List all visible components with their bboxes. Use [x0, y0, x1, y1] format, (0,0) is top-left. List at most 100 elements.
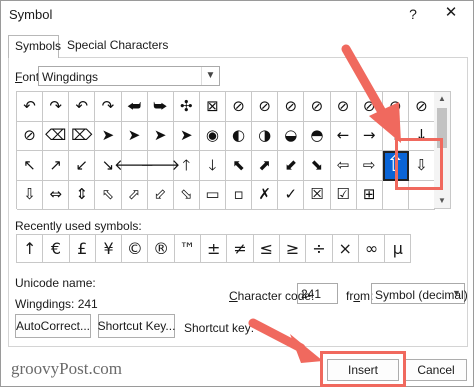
symbol-cell[interactable]: ◉	[199, 121, 226, 151]
recent-symbol-cell[interactable]: ≤	[253, 235, 280, 263]
dialog-title: Symbol	[9, 7, 53, 22]
symbol-cell[interactable]: →	[356, 121, 383, 151]
symbol-cell[interactable]: ➤	[95, 121, 122, 151]
symbol-cell[interactable]: ⊘	[226, 92, 253, 122]
symbol-cell[interactable]: ◑	[252, 121, 279, 151]
symbol-cell[interactable]	[382, 180, 409, 210]
symbol-cell[interactable]: ⊞	[356, 180, 383, 210]
symbol-cell[interactable]: ⇔	[43, 180, 70, 210]
symbol-cell[interactable]: ⬁	[95, 180, 122, 210]
symbol-cell[interactable]: ⊘	[17, 121, 44, 151]
symbol-cell[interactable]: ⌫	[43, 121, 70, 151]
recent-symbol-cell[interactable]: ±	[201, 235, 228, 263]
recent-symbol-cell[interactable]: ÷	[306, 235, 333, 263]
symbol-cell[interactable]: ↶	[69, 92, 96, 122]
symbol-cell[interactable]: ⊘	[382, 92, 409, 122]
autocorrect-button[interactable]: AutoCorrect...	[15, 314, 91, 338]
symbol-cell[interactable]: ↷	[43, 92, 70, 122]
symbol-cell[interactable]: ⊘	[330, 92, 357, 122]
symbol-cell[interactable]: ⊘	[408, 92, 435, 122]
recent-symbol-cell[interactable]: ¥	[95, 235, 123, 263]
symbol-cell[interactable]: ▫	[226, 180, 253, 210]
recent-symbol-cell[interactable]: ™	[174, 235, 202, 263]
close-icon[interactable]: ✕	[441, 3, 461, 23]
tab-special-characters[interactable]: Special Characters	[61, 35, 174, 57]
recent-symbol-cell[interactable]: ≥	[279, 235, 307, 263]
symbol-cell[interactable]: ➤	[173, 121, 200, 151]
symbol-dialog: Symbol ? ✕ Symbols Special Characters Fo…	[0, 0, 474, 387]
symbol-cell[interactable]: ⇩	[17, 180, 44, 210]
symbol-cell[interactable]: ⇨	[356, 151, 383, 181]
recent-symbol-cell[interactable]: ×	[332, 235, 359, 263]
symbol-cell[interactable]: ⬀	[121, 180, 148, 210]
from-dropdown[interactable]: Symbol (decimal) ▼	[371, 283, 468, 304]
symbol-cell[interactable]: ⊘	[304, 92, 331, 122]
recent-symbols-label: Recently used symbols:	[15, 219, 142, 233]
symbol-cell[interactable]: ☑	[330, 180, 357, 210]
recent-symbol-cell[interactable]: ↑	[17, 235, 44, 263]
symbol-cell[interactable]: ↑	[382, 121, 409, 151]
recent-symbol-cell[interactable]: ®	[148, 235, 175, 263]
tab-symbols[interactable]: Symbols	[8, 35, 61, 58]
symbol-cell[interactable]: ➤	[121, 121, 148, 151]
scroll-up-icon[interactable]: ▲	[434, 92, 450, 106]
symbol-cell[interactable]: ↶	[17, 92, 44, 122]
cancel-button[interactable]: Cancel	[405, 359, 467, 381]
symbol-cell[interactable]: ☒	[304, 180, 331, 210]
symbol-cell[interactable]: ⬊	[304, 151, 331, 181]
symbol-cell[interactable]: ✣	[173, 92, 200, 122]
scroll-thumb[interactable]	[437, 108, 447, 148]
symbol-cell[interactable]: ⊠	[199, 92, 226, 122]
symbol-cell[interactable]: 🡒	[140, 151, 180, 181]
help-icon[interactable]: ?	[405, 4, 421, 24]
symbol-cell[interactable]: ↓	[408, 121, 435, 151]
symbol-cell[interactable]: ⇕	[69, 180, 96, 210]
symbol-cell[interactable]: ⬋	[278, 151, 305, 181]
symbol-cell[interactable]: 🡓	[199, 151, 226, 181]
shortcut-key-button[interactable]: Shortcut Key...	[98, 314, 175, 338]
symbol-cell[interactable]: ⬉	[226, 151, 253, 181]
symbol-cell[interactable]: ⇦	[330, 151, 357, 181]
recent-symbol-cell[interactable]: £	[69, 235, 96, 263]
symbol-cell[interactable]: ⬂	[173, 180, 200, 210]
recent-symbol-cell[interactable]: ∞	[358, 235, 386, 263]
recent-symbols-row: ↑ € £ ¥ © ® ™ ± ≠ ≤ ≥ ÷ × ∞ µ	[16, 234, 412, 263]
recent-symbol-cell[interactable]: ≠	[227, 235, 254, 263]
chevron-down-icon[interactable]: ▼	[449, 284, 464, 303]
symbol-cell[interactable]: ↙	[69, 151, 96, 181]
recent-symbol-cell[interactable]: ©	[122, 235, 149, 263]
symbol-cell[interactable]: ↗	[43, 151, 70, 181]
symbol-cell[interactable]: ⮨	[121, 92, 148, 122]
symbol-cell[interactable]: ↷	[95, 92, 122, 122]
symbol-cell[interactable]: ↖	[17, 151, 44, 181]
symbol-cell[interactable]: ✓	[278, 180, 305, 210]
symbol-cell[interactable]: ◐	[226, 121, 253, 151]
symbol-cell[interactable]: ⬃	[147, 180, 174, 210]
symbol-cell[interactable]	[408, 180, 435, 210]
symbol-cell[interactable]: 🡑	[173, 151, 200, 181]
symbol-cell[interactable]: ⊘	[356, 92, 383, 122]
watermark: groovyPost.com	[11, 359, 122, 378]
font-dropdown[interactable]: Wingdings ▼	[38, 66, 220, 86]
insert-button[interactable]: Insert	[327, 359, 399, 381]
recent-symbol-cell[interactable]: µ	[385, 235, 412, 263]
symbol-cell[interactable]: ←	[330, 121, 357, 151]
symbol-cell[interactable]: ▭	[199, 180, 226, 210]
chevron-down-icon[interactable]: ▼	[201, 67, 219, 85]
symbol-cell[interactable]: ◓	[304, 121, 331, 151]
character-code-input[interactable]: 241	[297, 283, 338, 304]
symbol-grid-scrollbar[interactable]: ▲ ▼	[434, 91, 451, 209]
symbol-cell-selected[interactable]: ⇧	[382, 151, 409, 181]
symbol-cell[interactable]: ⬈	[252, 151, 279, 181]
symbol-cell[interactable]: ◒	[278, 121, 305, 151]
font-dropdown-value: Wingdings	[42, 70, 99, 84]
symbol-cell[interactable]: ⌦	[69, 121, 96, 151]
scroll-down-icon[interactable]: ▼	[434, 194, 450, 208]
symbol-cell[interactable]: ⊘	[252, 92, 279, 122]
symbol-cell[interactable]: ⮩	[147, 92, 174, 122]
symbol-cell[interactable]: ⊘	[278, 92, 305, 122]
recent-symbol-cell[interactable]: €	[43, 235, 70, 263]
symbol-cell[interactable]: ⇩	[408, 151, 435, 181]
symbol-cell[interactable]: ➤	[147, 121, 174, 151]
symbol-cell[interactable]: ✗	[252, 180, 279, 210]
